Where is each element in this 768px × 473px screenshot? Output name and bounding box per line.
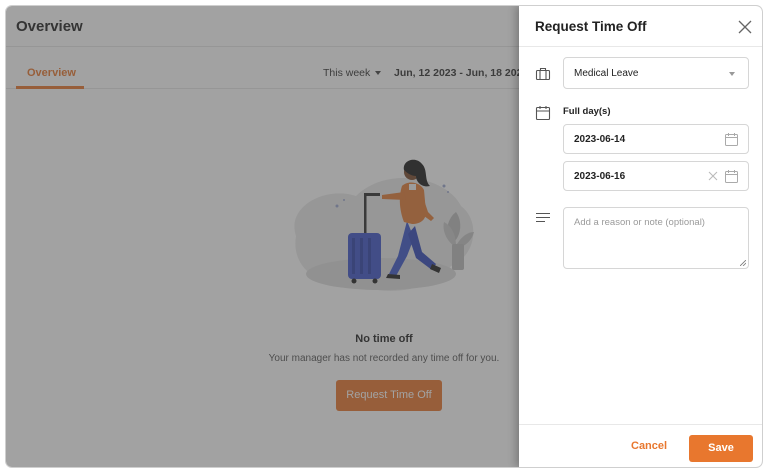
close-icon[interactable] (738, 20, 752, 34)
drawer-header: Request Time Off (519, 6, 762, 47)
leave-type-select[interactable]: Medical Leave (563, 57, 749, 89)
calendar-icon[interactable] (725, 133, 738, 146)
resize-grip-icon[interactable] (740, 260, 746, 266)
drawer-title: Request Time Off (535, 19, 647, 34)
calendar-icon (535, 106, 551, 121)
chevron-down-icon (729, 72, 735, 76)
calendar-icon[interactable] (725, 170, 738, 183)
request-time-off-drawer: Request Time Off Medical Leave Full day(… (519, 6, 762, 467)
end-date-field[interactable]: 2023-06-16 (563, 161, 749, 191)
clear-icon[interactable] (708, 171, 718, 181)
notes-icon (536, 212, 550, 223)
full-day-label: Full day(s) (563, 106, 611, 117)
drawer-footer: Cancel Save (519, 424, 762, 467)
save-button[interactable]: Save (689, 435, 753, 462)
briefcase-icon (535, 67, 551, 81)
note-field[interactable] (563, 207, 749, 269)
note-textarea[interactable] (564, 208, 748, 268)
app-window: Overview Overview This week Jun, 12 2023… (6, 6, 762, 467)
end-date-value: 2023-06-16 (574, 171, 626, 182)
cancel-button[interactable]: Cancel (631, 440, 667, 452)
start-date-value: 2023-06-14 (574, 134, 626, 145)
start-date-field[interactable]: 2023-06-14 (563, 124, 749, 154)
leave-type-value: Medical Leave (574, 68, 639, 79)
